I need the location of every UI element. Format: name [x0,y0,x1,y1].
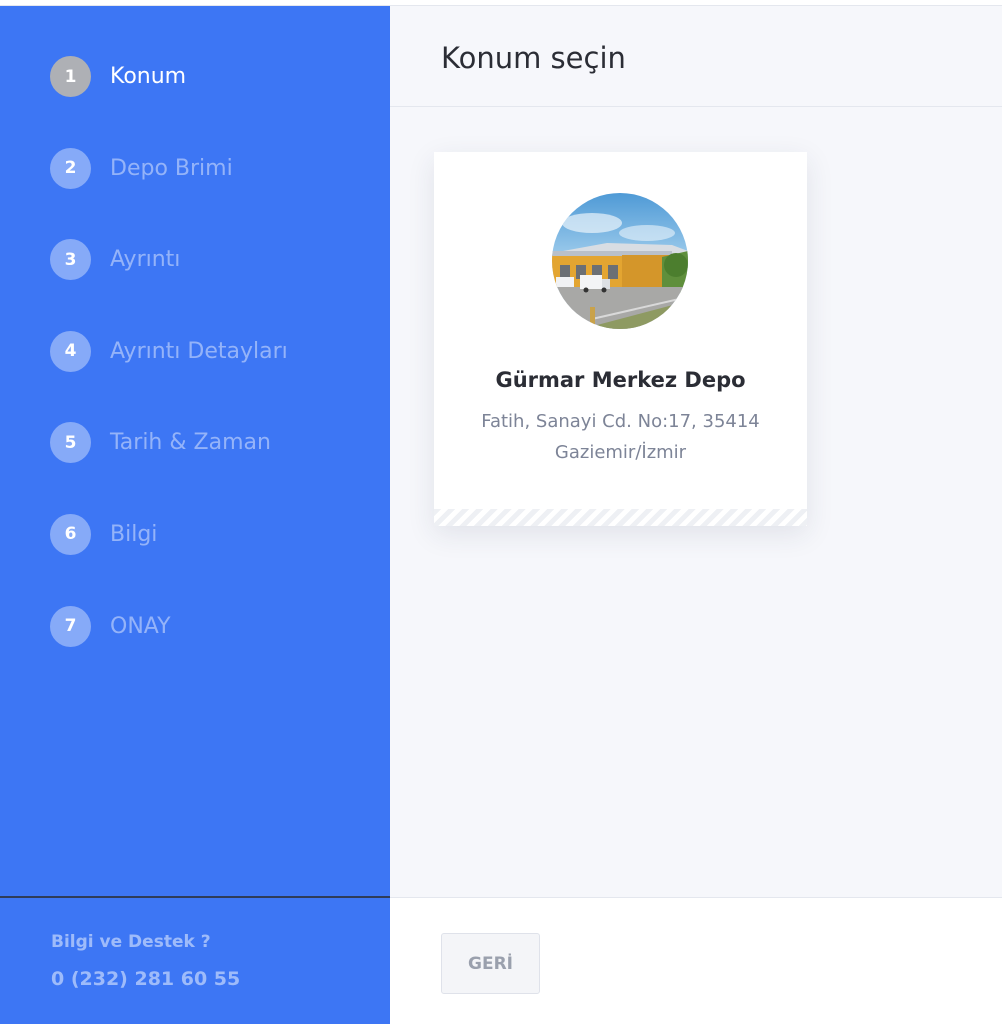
support-section: Bilgi ve Destek ? 0 (232) 281 60 55 [0,896,390,1024]
step-list: 1 Konum 2 Depo Brimi 3 Ayrıntı 4 Ayrıntı… [50,56,288,697]
address-line-2: Gaziemir/İzmir [554,442,687,463]
support-title: Bilgi ve Destek ? [51,932,211,952]
step-label: Tarih & Zaman [110,430,271,456]
step-konum[interactable]: 1 Konum [50,56,288,97]
warehouse-photo [552,193,688,329]
support-phone[interactable]: 0 (232) 281 60 55 [51,968,240,990]
location-name: Gürmar Merkez Depo [495,368,746,392]
step-number-badge: 6 [50,513,91,555]
wizard-footer: GERİ [390,897,1002,1024]
step-label: ONAY [110,613,171,639]
step-number-badge: 3 [50,239,91,281]
main-content: Konum seçin Gürmar Merkez Depo Fatih, Sa… [390,6,1002,897]
back-button[interactable]: GERİ [441,933,540,994]
wizard-sidebar: 1 Konum 2 Depo Brimi 3 Ayrıntı 4 Ayrıntı… [0,6,390,1024]
step-number-badge: 5 [50,422,91,464]
step-label: Ayrıntı Detayları [110,338,288,364]
step-label: Ayrıntı [110,247,181,273]
card-stripe-decoration [434,509,807,526]
step-label: Bilgi [110,521,158,547]
step-number-badge: 4 [50,330,91,372]
step-depo-brimi[interactable]: 2 Depo Brimi [50,147,288,189]
step-bilgi[interactable]: 6 Bilgi [50,513,288,555]
step-onay[interactable]: 7 ONAY [50,605,288,647]
location-card[interactable]: Gürmar Merkez Depo Fatih, Sanayi Cd. No:… [434,152,807,526]
step-number-badge: 2 [50,147,91,189]
step-ayrinti-detaylari[interactable]: 4 Ayrıntı Detayları [50,330,288,372]
step-label: Konum [110,64,187,89]
page-title: Konum seçin [441,41,626,75]
page-header: Konum seçin [390,6,1002,107]
step-ayrinti[interactable]: 3 Ayrıntı [50,239,288,281]
address-line-1: Fatih, Sanayi Cd. No:17, 35414 [481,411,760,432]
step-number-badge: 7 [50,605,91,647]
step-tarih-zaman[interactable]: 5 Tarih & Zaman [50,422,288,464]
step-number-badge: 1 [50,56,91,97]
step-label: Depo Brimi [110,155,233,181]
location-address: Fatih, Sanayi Cd. No:17, 35414 Gaziemir/… [454,406,787,468]
